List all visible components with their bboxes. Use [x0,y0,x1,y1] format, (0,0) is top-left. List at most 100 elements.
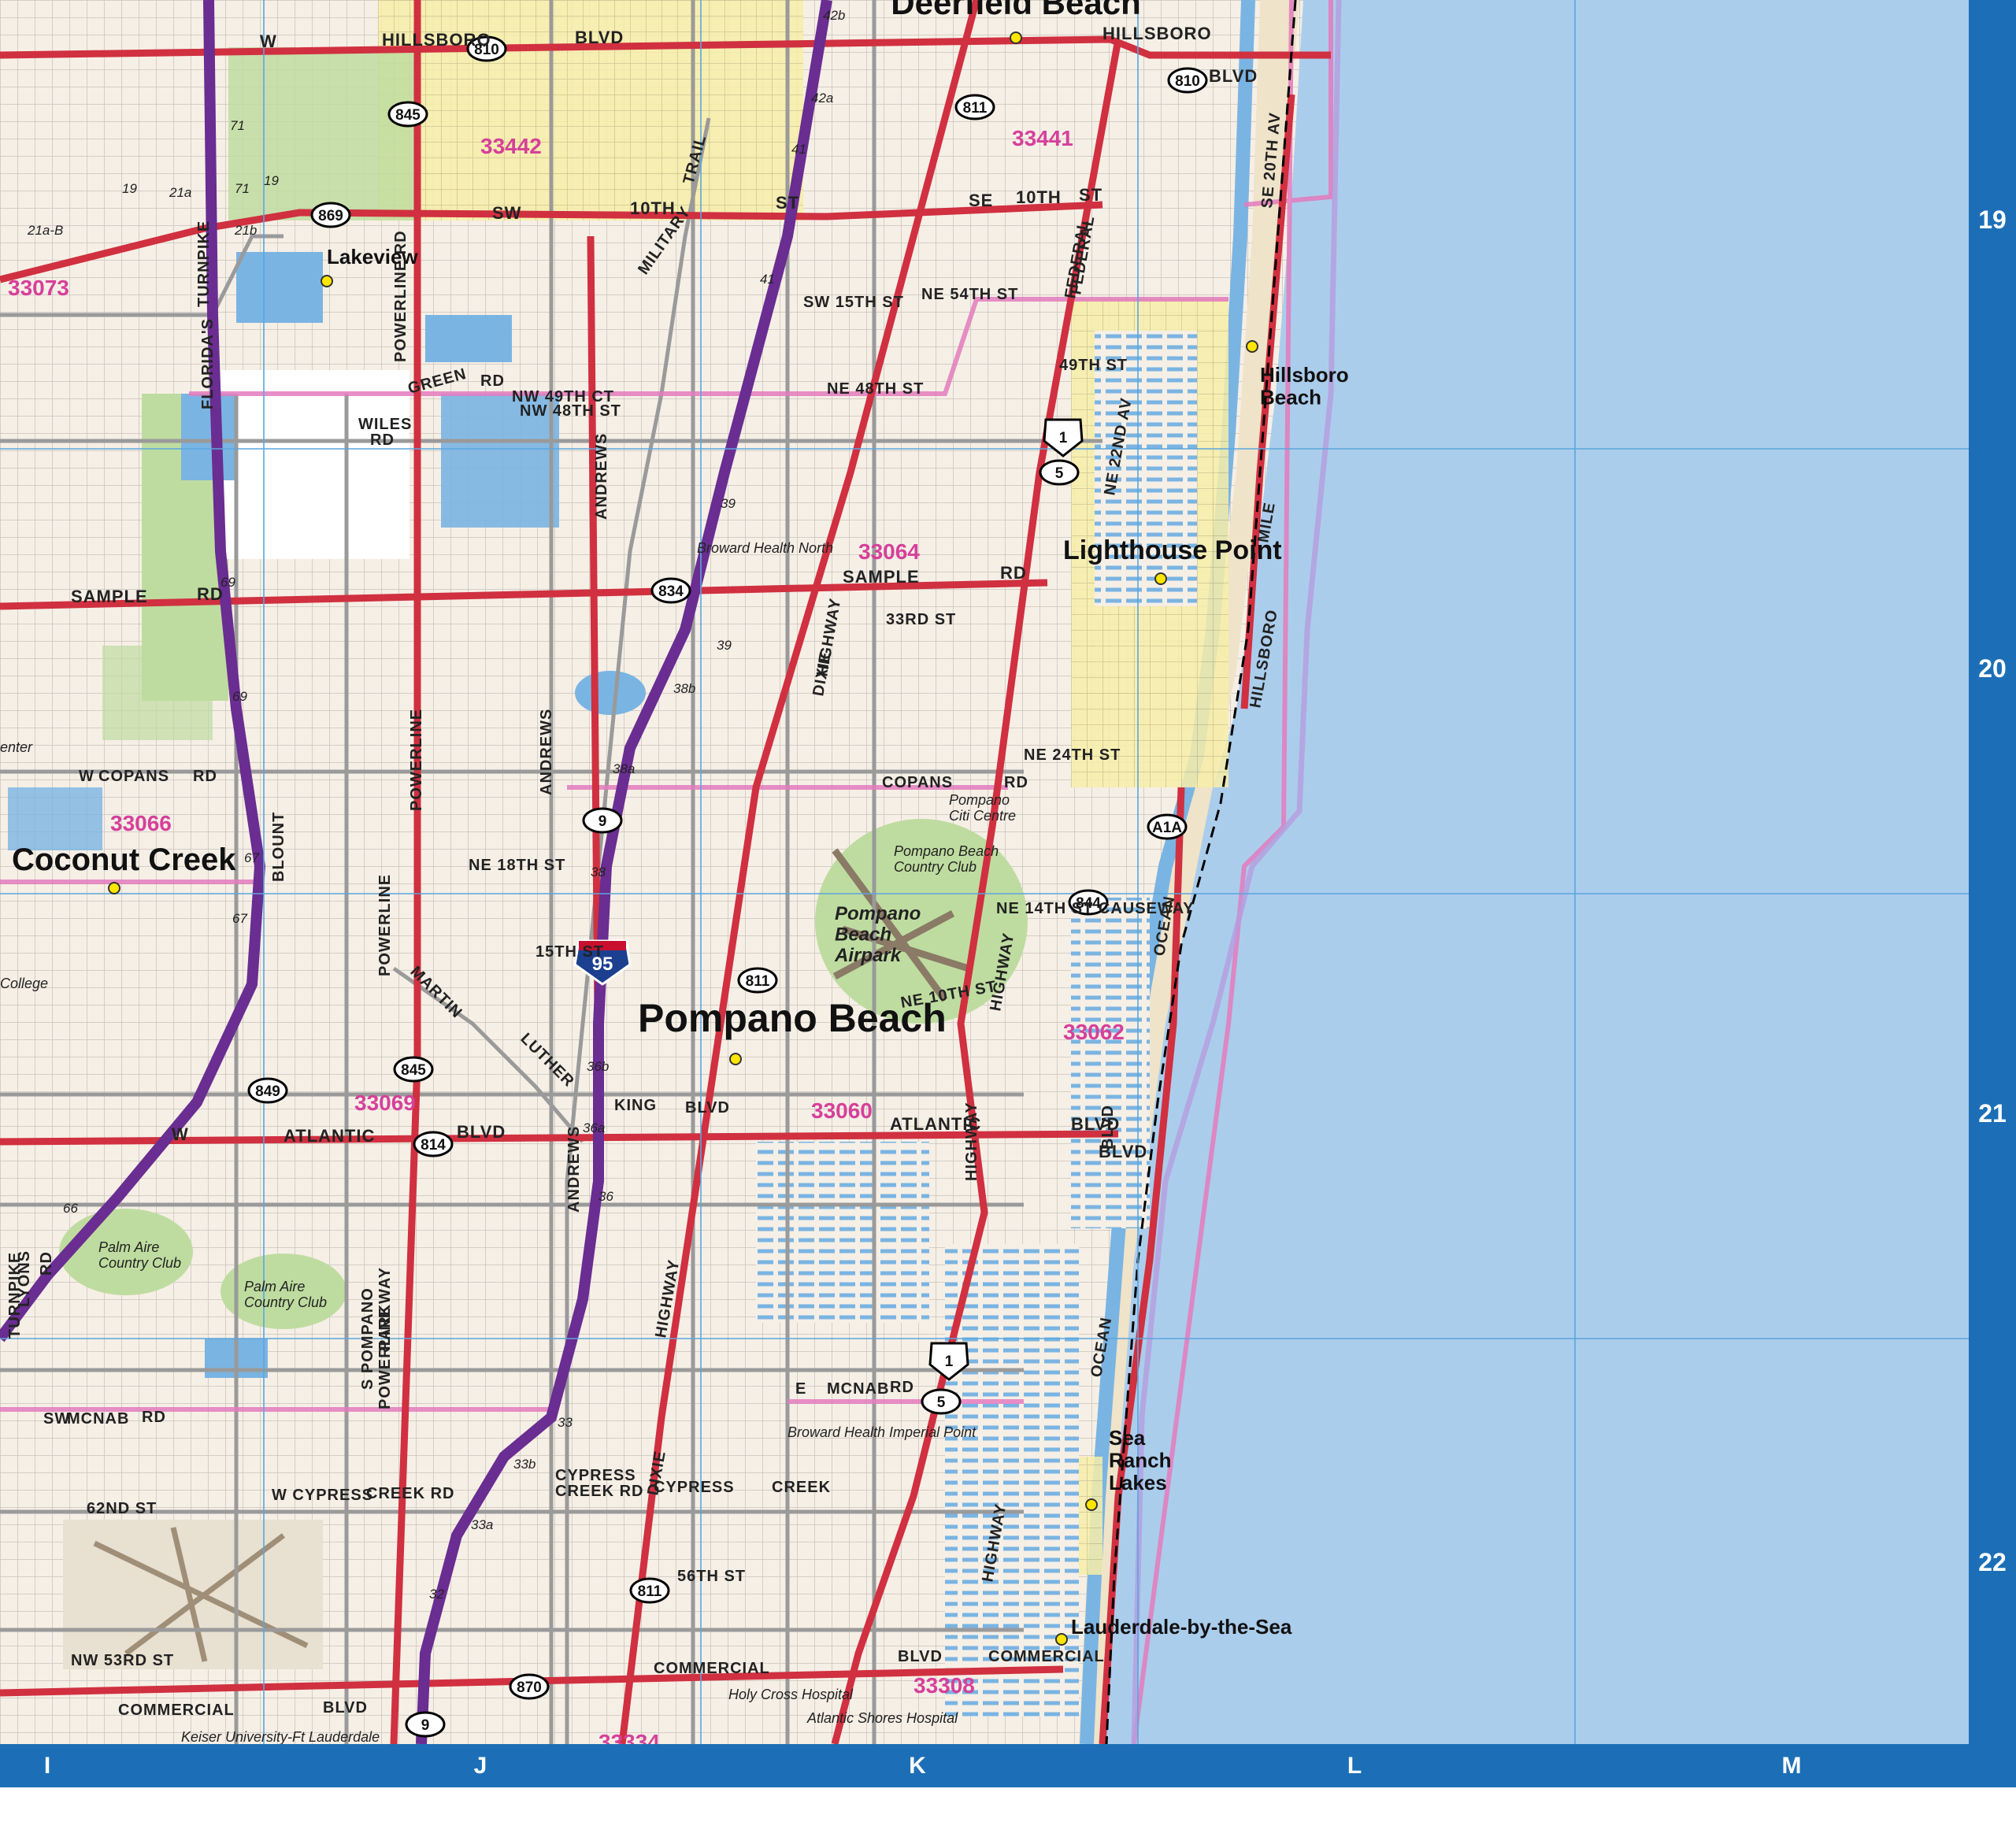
road-label-10th-st: 10TH [1016,187,1062,207]
route-shield-811: 811 [954,94,995,120]
road-label-commercial-blvd: BLVD [323,1699,368,1717]
road-label-mcnab-rd: MCNAB [827,1380,889,1398]
zip-code: 33062 [1063,1020,1125,1044]
road-label: NW 53RD ST [71,1652,174,1669]
city-dot [108,882,120,894]
exit-number: 38 [591,865,606,880]
park-lakeview [228,47,417,220]
exit-number: 66 [63,1201,78,1216]
road-label: POWERLINE [376,874,394,976]
grid-row-21: 21 [1978,1099,2007,1128]
road-label: ANDREWS [565,1126,583,1213]
road-label: LYONS [16,1250,33,1307]
exit-number: 42b [823,8,845,23]
road-label: ANDREWS [538,709,555,795]
road-label-commercial-blvd: BLVD [898,1648,943,1665]
road-label: NE 48TH ST [827,380,924,398]
exit-number: 42a [811,91,833,106]
route-shield-834: 834 [650,577,691,604]
route-shield-number: 849 [255,1083,280,1100]
road-label: NE 24TH ST [1024,746,1121,764]
road-label-hillsboro: BLVD [575,28,624,47]
route-shield-5: 5 [1039,459,1080,486]
route-shield-845: 845 [393,1056,434,1083]
place-label: Broward Health Imperial Point [788,1424,976,1440]
map-canvas[interactable]: 810845 811869810158349 A1A8448118458498141… [0,0,2016,1844]
place-label: Keiser University-Ft Lauderdale [181,1729,380,1745]
exit-number: 21a [169,185,191,200]
exit-number: 41 [760,272,775,287]
road-label-cypress-creek: W CYPRESS [272,1487,373,1504]
route-shield-9: 9 [582,807,623,834]
route-shield-number: 1 [1059,430,1068,446]
road-label-cypress-creek: CYPRESS [555,1467,636,1484]
road-label-hillsboro: HILLSBORO [382,30,491,50]
place-label: Pompano Citi Centre [949,792,1016,824]
road-label-copans-rd: COPANS [882,774,953,791]
road-label-cypress-creek: CREEK RD [366,1485,454,1502]
road-label: 33RD ST [886,611,956,628]
city-label: Pompano Beach [638,996,947,1040]
zip-code: 33441 [1012,126,1073,150]
place-label: Holy Cross Hospital [728,1687,854,1702]
exit-number: 32 [429,1587,444,1602]
road-label: BLVD [685,1099,730,1117]
road-label: NE 54TH ST [921,286,1018,303]
exit-number: 71 [235,181,250,196]
bottom-border-strip [0,1744,2016,1787]
place-label: enter [0,739,33,755]
road-label-atlantic-blvd: BLVD [457,1122,506,1142]
road-label: WILES [358,416,412,433]
exit-number: 36 [598,1189,613,1204]
route-shield-845: 845 [387,101,428,128]
route-shield-9: 9 [405,1711,446,1738]
road-label: RD [38,1251,55,1276]
route-shield-number: 870 [517,1679,542,1696]
road-label: S POMPANO [359,1287,376,1390]
lake-6 [8,787,102,850]
route-shield-number: 811 [963,100,988,117]
place-label: Atlantic Shores Hospital [806,1710,958,1726]
city-dot [1154,572,1167,585]
road-label: BLOUNT [270,812,287,882]
city-dot [321,275,333,287]
exit-number: 71 [230,118,245,133]
road-label: RD [480,372,505,390]
airport-area [63,1520,323,1669]
map-frame[interactable]: 810 845 811 869 810 1 5 834 9 A1A 844 811 845 849 814 1… [0,0,2016,1844]
zip-code: 33308 [914,1673,975,1698]
road-label: 49TH ST [1059,357,1128,374]
place-label: College [0,976,48,991]
road-label-10th-st: ST [776,193,799,213]
road-label-sample-rd: RD [1000,563,1027,583]
route-shield-a1a: A1A [1147,813,1188,840]
zip-code: 33442 [480,134,542,158]
road-label-mcnab-rd: RD [890,1379,914,1396]
road-label-hillsboro: BLVD [1209,66,1258,86]
route-shield-number: 5 [1055,465,1064,482]
canal-area-3 [756,1142,929,1323]
road-label: 56TH ST [677,1568,746,1585]
city-label: Lakeview [327,245,418,268]
route-shield-number: 1 [945,1354,954,1370]
exit-number: 38b [673,681,695,696]
road-label-10th-st: SW [492,203,521,223]
grid-col-l: L [1347,1753,1362,1779]
exit-number: 19 [264,173,279,188]
route-shield-869: 869 [310,202,351,228]
road-label: 62ND ST [87,1500,157,1517]
city-label: Lauderdale-by-the-Sea [1071,1615,1292,1639]
exit-number: 38a [613,761,635,776]
road-label-copans-rd: W [79,768,94,785]
zip-code: 33073 [8,276,69,300]
route-shield-number: A1A [1152,820,1182,836]
route-shield-870: 870 [509,1673,550,1700]
exit-number: 33b [513,1457,536,1472]
route-shield-849: 849 [247,1077,288,1104]
grid-col-i: I [44,1753,50,1779]
road-label-copans-rd: RD [1004,774,1028,791]
route-shield-814: 814 [413,1131,454,1157]
route-shield-number: 811 [638,1583,662,1600]
exit-number: 39 [717,638,732,653]
road-label: 15TH ST [536,943,604,961]
